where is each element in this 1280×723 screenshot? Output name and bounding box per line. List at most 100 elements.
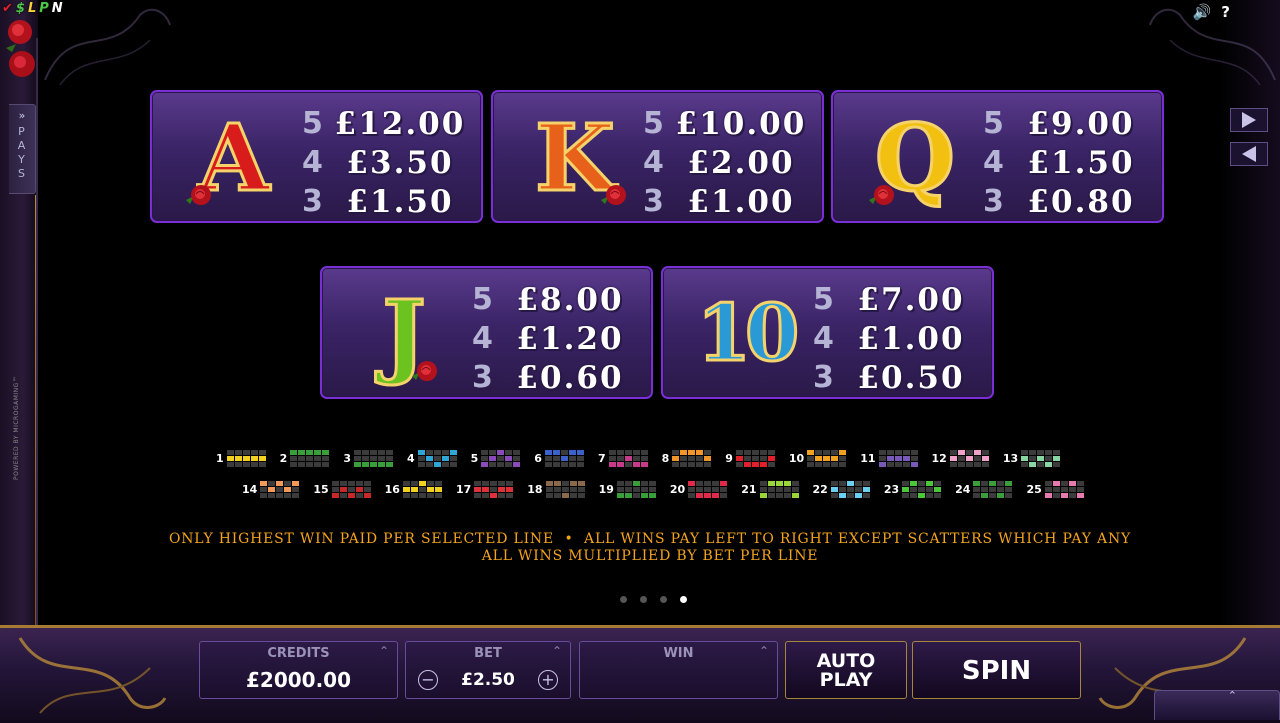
payline-cell <box>441 462 449 467</box>
payline-cell <box>481 456 489 461</box>
payline-cell <box>576 462 584 467</box>
payline-item: 7 <box>598 450 648 467</box>
payline-cell <box>783 481 791 486</box>
payline-cell <box>561 493 569 498</box>
payline-cell <box>1037 456 1045 461</box>
pay-row: 4 £1.00 <box>813 319 983 358</box>
payline-cell <box>553 481 561 486</box>
sound-icon[interactable]: 🔊 <box>1193 3 1212 21</box>
payline-cell <box>886 450 894 455</box>
credits-panel[interactable]: CREDITS ⌃ £2000.00 <box>199 641 398 699</box>
bet-label: BET <box>474 646 502 661</box>
page-dot[interactable] <box>640 596 647 603</box>
double-chevron-icon: » <box>18 109 26 122</box>
payline-cell <box>268 487 276 492</box>
pay-row: 4 £2.00 <box>643 143 813 182</box>
payline-cell <box>862 493 870 498</box>
help-icon[interactable]: ? <box>1221 3 1230 21</box>
payline-cell <box>1029 450 1037 455</box>
payline-cell <box>402 493 410 498</box>
payline-cell <box>965 462 973 467</box>
payline-cell <box>632 481 640 486</box>
frame-left <box>0 0 38 630</box>
payline-pattern <box>226 450 266 467</box>
payline-cell <box>290 450 298 455</box>
payline-cell <box>1053 450 1061 455</box>
spin-button[interactable]: SPIN <box>912 641 1081 699</box>
payline-item: 12 <box>932 450 989 467</box>
rules-line-2: ALL WINS MULTIPLIED BY BET PER LINE <box>481 548 819 564</box>
rose-icon <box>869 185 894 205</box>
page-dot[interactable] <box>620 596 627 603</box>
payline-cell <box>1076 481 1084 486</box>
payline-cell <box>878 462 886 467</box>
symbol-glyph: 10 <box>695 288 801 379</box>
payline-cell <box>410 493 418 498</box>
payline-cell <box>1045 456 1053 461</box>
payline-cell <box>616 493 624 498</box>
page-dot[interactable] <box>680 596 687 603</box>
payline-cell <box>712 481 720 486</box>
payline-cell <box>902 456 910 461</box>
payline-cell <box>831 456 839 461</box>
pay-amount: £3.50 <box>346 144 454 181</box>
payline-cell <box>973 450 981 455</box>
payline-cell <box>704 487 712 492</box>
next-page-button[interactable] <box>1230 108 1268 132</box>
payline-cell <box>314 462 322 467</box>
payline-cell <box>260 481 268 486</box>
bet-increase-button[interactable]: + <box>538 670 558 690</box>
payline-cell <box>314 450 322 455</box>
payline-cell <box>640 450 648 455</box>
payline-cell <box>513 456 521 461</box>
pay-amount: £2.00 <box>687 144 795 181</box>
page-dot[interactable] <box>660 596 667 603</box>
previous-page-button[interactable] <box>1230 142 1268 166</box>
payline-cell <box>226 450 234 455</box>
pay-amount: £0.60 <box>516 359 624 396</box>
pay-row: 3 £0.50 <box>813 358 983 397</box>
payline-cell <box>910 487 918 492</box>
symbol-icon: A <box>174 104 294 212</box>
payline-cell <box>712 487 720 492</box>
payline-cell <box>720 487 728 492</box>
payline-cell <box>449 456 457 461</box>
payline-cell <box>767 487 775 492</box>
pay-row: 4 £1.50 <box>983 143 1153 182</box>
arrow-left-icon <box>1242 146 1256 162</box>
payline-number: 16 <box>384 483 400 496</box>
payline-cell <box>433 456 441 461</box>
payline-cell <box>377 450 385 455</box>
payline-cell <box>831 450 839 455</box>
payline-cell <box>640 487 648 492</box>
payline-cell <box>918 487 926 492</box>
payline-cell <box>553 493 561 498</box>
match-count: 5 <box>472 282 493 317</box>
payline-cell <box>949 450 957 455</box>
payline-cell <box>1045 450 1053 455</box>
pays-tab[interactable]: » PAYS <box>9 104 36 194</box>
payline-pattern <box>830 481 870 498</box>
payline-cell <box>577 481 585 486</box>
quick-menu-tab[interactable]: ⌃ <box>1154 689 1280 720</box>
payline-item: 25 <box>1026 481 1084 498</box>
payline-cell <box>616 487 624 492</box>
payline-cell <box>902 450 910 455</box>
payline-cell <box>910 462 918 467</box>
payline-pattern <box>608 450 648 467</box>
payline-cell <box>577 493 585 498</box>
payline-cell <box>434 481 442 486</box>
payline-cell <box>862 481 870 486</box>
payline-pattern <box>616 481 656 498</box>
payline-item: 9 <box>725 450 775 467</box>
payline-cell <box>846 493 854 498</box>
payline-cell <box>506 493 514 498</box>
payline-cell <box>894 456 902 461</box>
payline-cell <box>854 493 862 498</box>
payline-cell <box>640 493 648 498</box>
payline-cell <box>314 456 322 461</box>
autoplay-button[interactable]: AUTO PLAY <box>785 641 907 699</box>
payline-cell <box>815 450 823 455</box>
payline-cell <box>474 487 482 492</box>
pay-amount: £7.00 <box>857 281 965 318</box>
